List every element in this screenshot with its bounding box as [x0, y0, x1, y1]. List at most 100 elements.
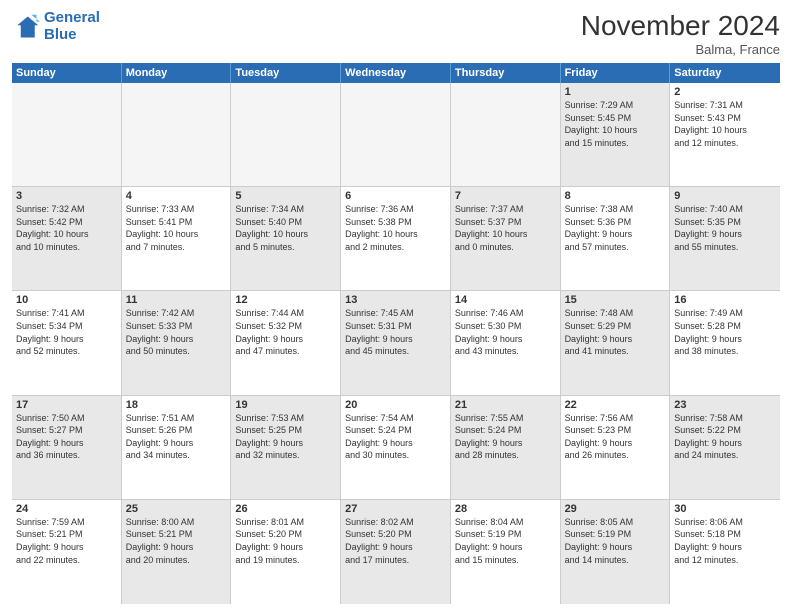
day-info: Sunrise: 8:04 AMSunset: 5:19 PMDaylight:…	[455, 516, 556, 566]
calendar-cell: 23Sunrise: 7:58 AMSunset: 5:22 PMDayligh…	[670, 396, 780, 499]
calendar-cell: 3Sunrise: 7:32 AMSunset: 5:42 PMDaylight…	[12, 187, 122, 290]
calendar-cell: 24Sunrise: 7:59 AMSunset: 5:21 PMDayligh…	[12, 500, 122, 604]
calendar-cell: 19Sunrise: 7:53 AMSunset: 5:25 PMDayligh…	[231, 396, 341, 499]
day-info: Sunrise: 7:45 AMSunset: 5:31 PMDaylight:…	[345, 307, 446, 357]
day-number: 23	[674, 399, 776, 411]
day-info: Sunrise: 7:49 AMSunset: 5:28 PMDaylight:…	[674, 307, 776, 357]
day-number: 2	[674, 86, 776, 98]
day-info: Sunrise: 7:55 AMSunset: 5:24 PMDaylight:…	[455, 412, 556, 462]
day-info: Sunrise: 7:42 AMSunset: 5:33 PMDaylight:…	[126, 307, 227, 357]
calendar-cell: 2Sunrise: 7:31 AMSunset: 5:43 PMDaylight…	[670, 83, 780, 186]
calendar-cell	[122, 83, 232, 186]
calendar-cell: 17Sunrise: 7:50 AMSunset: 5:27 PMDayligh…	[12, 396, 122, 499]
day-number: 19	[235, 399, 336, 411]
day-info: Sunrise: 7:54 AMSunset: 5:24 PMDaylight:…	[345, 412, 446, 462]
calendar-cell: 6Sunrise: 7:36 AMSunset: 5:38 PMDaylight…	[341, 187, 451, 290]
calendar-cell: 11Sunrise: 7:42 AMSunset: 5:33 PMDayligh…	[122, 291, 232, 394]
day-info: Sunrise: 7:38 AMSunset: 5:36 PMDaylight:…	[565, 203, 666, 253]
calendar-cell: 27Sunrise: 8:02 AMSunset: 5:20 PMDayligh…	[341, 500, 451, 604]
calendar-week-1: 1Sunrise: 7:29 AMSunset: 5:45 PMDaylight…	[12, 83, 780, 187]
calendar-week-3: 10Sunrise: 7:41 AMSunset: 5:34 PMDayligh…	[12, 291, 780, 395]
calendar-cell: 10Sunrise: 7:41 AMSunset: 5:34 PMDayligh…	[12, 291, 122, 394]
calendar-cell: 30Sunrise: 8:06 AMSunset: 5:18 PMDayligh…	[670, 500, 780, 604]
calendar-cell: 26Sunrise: 8:01 AMSunset: 5:20 PMDayligh…	[231, 500, 341, 604]
day-number: 1	[565, 86, 666, 98]
day-info: Sunrise: 7:40 AMSunset: 5:35 PMDaylight:…	[674, 203, 776, 253]
logo-text: General Blue	[44, 10, 100, 43]
day-number: 6	[345, 190, 446, 202]
day-info: Sunrise: 7:33 AMSunset: 5:41 PMDaylight:…	[126, 203, 227, 253]
day-info: Sunrise: 7:32 AMSunset: 5:42 PMDaylight:…	[16, 203, 117, 253]
day-info: Sunrise: 8:06 AMSunset: 5:18 PMDaylight:…	[674, 516, 776, 566]
day-number: 4	[126, 190, 227, 202]
day-number: 17	[16, 399, 117, 411]
page: General Blue November 2024 Balma, France…	[0, 0, 792, 612]
header-day-thursday: Thursday	[451, 63, 561, 83]
calendar-cell: 29Sunrise: 8:05 AMSunset: 5:19 PMDayligh…	[561, 500, 671, 604]
calendar-cell: 7Sunrise: 7:37 AMSunset: 5:37 PMDaylight…	[451, 187, 561, 290]
calendar-cell: 8Sunrise: 7:38 AMSunset: 5:36 PMDaylight…	[561, 187, 671, 290]
calendar-week-4: 17Sunrise: 7:50 AMSunset: 5:27 PMDayligh…	[12, 396, 780, 500]
calendar-cell: 1Sunrise: 7:29 AMSunset: 5:45 PMDaylight…	[561, 83, 671, 186]
header-day-wednesday: Wednesday	[341, 63, 451, 83]
calendar-cell: 20Sunrise: 7:54 AMSunset: 5:24 PMDayligh…	[341, 396, 451, 499]
logo-icon	[12, 13, 40, 41]
day-number: 30	[674, 503, 776, 515]
day-info: Sunrise: 7:53 AMSunset: 5:25 PMDaylight:…	[235, 412, 336, 462]
day-number: 5	[235, 190, 336, 202]
day-number: 12	[235, 294, 336, 306]
calendar-cell: 15Sunrise: 7:48 AMSunset: 5:29 PMDayligh…	[561, 291, 671, 394]
day-number: 18	[126, 399, 227, 411]
calendar-cell: 16Sunrise: 7:49 AMSunset: 5:28 PMDayligh…	[670, 291, 780, 394]
location: Balma, France	[581, 42, 780, 57]
calendar-cell: 4Sunrise: 7:33 AMSunset: 5:41 PMDaylight…	[122, 187, 232, 290]
header-day-tuesday: Tuesday	[231, 63, 341, 83]
day-number: 24	[16, 503, 117, 515]
day-info: Sunrise: 7:46 AMSunset: 5:30 PMDaylight:…	[455, 307, 556, 357]
calendar-cell: 5Sunrise: 7:34 AMSunset: 5:40 PMDaylight…	[231, 187, 341, 290]
day-number: 28	[455, 503, 556, 515]
day-info: Sunrise: 7:36 AMSunset: 5:38 PMDaylight:…	[345, 203, 446, 253]
calendar-cell	[341, 83, 451, 186]
day-info: Sunrise: 7:37 AMSunset: 5:37 PMDaylight:…	[455, 203, 556, 253]
calendar-cell: 25Sunrise: 8:00 AMSunset: 5:21 PMDayligh…	[122, 500, 232, 604]
day-number: 13	[345, 294, 446, 306]
day-number: 29	[565, 503, 666, 515]
header: General Blue November 2024 Balma, France	[12, 10, 780, 57]
calendar-cell: 28Sunrise: 8:04 AMSunset: 5:19 PMDayligh…	[451, 500, 561, 604]
logo: General Blue	[12, 10, 100, 43]
day-info: Sunrise: 7:50 AMSunset: 5:27 PMDaylight:…	[16, 412, 117, 462]
calendar-cell: 12Sunrise: 7:44 AMSunset: 5:32 PMDayligh…	[231, 291, 341, 394]
day-info: Sunrise: 8:02 AMSunset: 5:20 PMDaylight:…	[345, 516, 446, 566]
calendar-cell	[231, 83, 341, 186]
day-info: Sunrise: 7:48 AMSunset: 5:29 PMDaylight:…	[565, 307, 666, 357]
month-title: November 2024	[581, 10, 780, 42]
day-number: 16	[674, 294, 776, 306]
day-number: 27	[345, 503, 446, 515]
day-number: 10	[16, 294, 117, 306]
calendar-cell: 9Sunrise: 7:40 AMSunset: 5:35 PMDaylight…	[670, 187, 780, 290]
day-number: 14	[455, 294, 556, 306]
calendar-week-5: 24Sunrise: 7:59 AMSunset: 5:21 PMDayligh…	[12, 500, 780, 604]
day-number: 21	[455, 399, 556, 411]
header-day-monday: Monday	[122, 63, 232, 83]
day-number: 15	[565, 294, 666, 306]
calendar-cell	[451, 83, 561, 186]
day-info: Sunrise: 7:59 AMSunset: 5:21 PMDaylight:…	[16, 516, 117, 566]
day-info: Sunrise: 7:56 AMSunset: 5:23 PMDaylight:…	[565, 412, 666, 462]
day-number: 26	[235, 503, 336, 515]
day-info: Sunrise: 7:29 AMSunset: 5:45 PMDaylight:…	[565, 99, 666, 149]
header-day-friday: Friday	[561, 63, 671, 83]
day-number: 11	[126, 294, 227, 306]
day-number: 3	[16, 190, 117, 202]
calendar-header: SundayMondayTuesdayWednesdayThursdayFrid…	[12, 63, 780, 83]
day-number: 22	[565, 399, 666, 411]
calendar-cell	[12, 83, 122, 186]
calendar-cell: 14Sunrise: 7:46 AMSunset: 5:30 PMDayligh…	[451, 291, 561, 394]
calendar-cell: 13Sunrise: 7:45 AMSunset: 5:31 PMDayligh…	[341, 291, 451, 394]
day-number: 8	[565, 190, 666, 202]
day-number: 20	[345, 399, 446, 411]
day-number: 25	[126, 503, 227, 515]
day-info: Sunrise: 8:01 AMSunset: 5:20 PMDaylight:…	[235, 516, 336, 566]
header-day-saturday: Saturday	[670, 63, 780, 83]
